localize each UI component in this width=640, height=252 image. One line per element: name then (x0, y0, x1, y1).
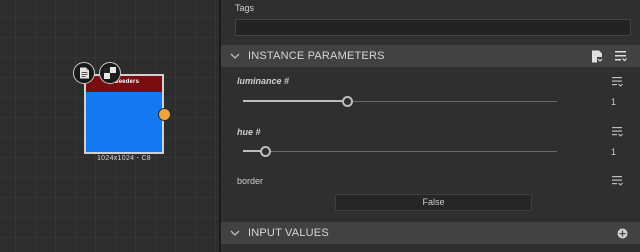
tags-input[interactable] (235, 19, 631, 36)
luminance-slider[interactable] (243, 96, 557, 107)
tags-label: Tags (235, 3, 255, 13)
hue-slider-thumb[interactable] (260, 146, 271, 157)
instance-parameters-header[interactable]: INSTANCE PARAMETERS (221, 45, 640, 67)
output-port[interactable] (158, 108, 171, 121)
input-values-header[interactable]: INPUT VALUES (221, 222, 640, 244)
border-toggle-button[interactable]: False (335, 194, 532, 211)
instance-parameters-title: INSTANCE PARAMETERS (248, 50, 385, 62)
graph-canvas[interactable]: mSeeders 1024x1024 - C8 (0, 0, 219, 252)
luminance-slider-thumb[interactable] (342, 96, 353, 107)
chevron-down-icon[interactable] (230, 228, 240, 238)
param-menu-icon[interactable] (612, 175, 624, 187)
luminance-value[interactable]: 1 (611, 97, 616, 107)
param-menu-icon[interactable] (612, 76, 624, 88)
document-icon[interactable] (73, 62, 95, 84)
node-caption: 1024x1024 - C8 (96, 155, 151, 162)
param-label-border: border (237, 176, 264, 186)
input-values-title: INPUT VALUES (248, 227, 329, 239)
node-title: mSeeders (108, 79, 140, 85)
hue-slider[interactable] (243, 146, 557, 157)
hue-value[interactable]: 1 (611, 147, 616, 157)
preset-icon[interactable] (590, 49, 604, 63)
properties-panel: Tags INSTANCE PARAMETERS luminance # 1 h… (221, 0, 640, 252)
luminance-slider-fill (243, 100, 347, 102)
param-label-hue: hue # (237, 127, 261, 137)
node-header: mSeeders (86, 76, 162, 92)
add-circle-icon[interactable] (615, 226, 629, 240)
checker-icon[interactable] (99, 62, 121, 84)
chevron-down-icon[interactable] (230, 51, 240, 61)
list-options-icon[interactable] (614, 49, 628, 63)
param-menu-icon[interactable] (612, 126, 624, 138)
graph-node[interactable]: mSeeders (73, 62, 171, 154)
param-label-luminance: luminance # (237, 76, 290, 86)
